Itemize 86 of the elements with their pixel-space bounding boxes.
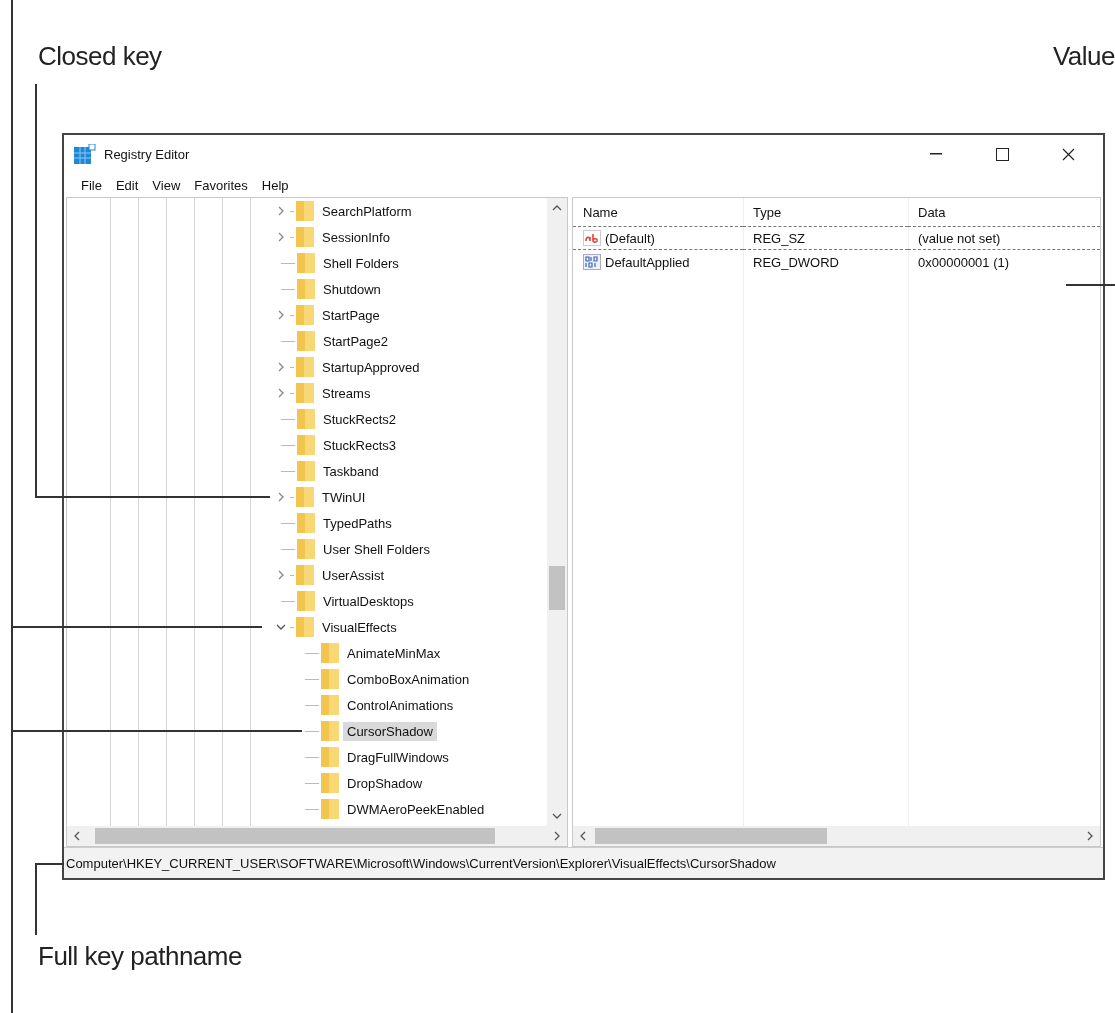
tree-item[interactable]: TWinUI [318,487,370,507]
tree-item[interactable]: Shell Folders [319,253,403,273]
minimize-icon [930,153,942,155]
tree-item[interactable]: CursorShadow [343,721,437,741]
folder-icon [296,304,314,326]
column-header[interactable]: Data [908,198,1100,226]
scrollbar-thumb[interactable] [549,566,565,610]
menu-item[interactable]: File [74,177,109,193]
callout-label: Value [1052,40,1115,72]
value-name[interactable]: DefaultApplied [605,254,690,270]
column-header[interactable]: Type [743,198,908,226]
folder-icon [296,564,314,586]
tree-item[interactable]: UserAssist [318,565,389,585]
scrollbar-thumb[interactable] [595,828,827,844]
tree-item[interactable]: User Shell Folders [319,539,434,559]
folder-icon [297,408,315,430]
vertical-scrollbar[interactable] [547,198,567,826]
status-bar: Computer\HKEY_CURRENT_USER\SOFTWARE\Microsoft\Windows\CurrentVersion\Explorer\VisualEffects\CursorShadow [64,847,1103,878]
folder-icon [297,330,315,352]
tree-item[interactable]: VisualEffects [318,617,401,637]
callout-label: Full key pathname [38,940,242,972]
tree-item[interactable]: StuckRects2 [319,409,400,429]
folder-icon [321,746,339,768]
caret-left-icon [580,831,586,841]
folder-icon [297,590,315,612]
folder-icon [296,486,314,508]
folder-icon [297,252,315,274]
tree-item[interactable]: AnimateMinMax [343,643,445,663]
tree-item[interactable]: SearchPlatform [318,201,416,221]
folder-icon [297,434,315,456]
tree-item[interactable]: Taskband [319,461,383,481]
tree-item[interactable]: ComboBoxAnimation [343,669,474,689]
tree-item[interactable]: DWMAeroPeekEnabled [343,799,489,819]
callout-label: Closed key [38,40,162,72]
caret-up-icon [552,205,562,211]
table-cell-text: 0x00000001 (1) [917,253,1011,272]
tree-item[interactable]: SessionInfo [318,227,394,247]
tree-item[interactable]: VirtualDesktops [319,591,418,611]
registry-grid-icon [74,144,96,164]
caret-left-icon [74,831,80,841]
menu-item[interactable]: Favorites [187,177,255,193]
table-cell: REG_SZ [743,226,908,250]
menu-item[interactable]: Help [254,177,296,193]
folder-icon [321,642,339,664]
tree-item[interactable]: TypedPaths [319,513,396,533]
caret-right-icon [1087,831,1093,841]
folder-icon [296,616,314,638]
folder-icon [297,512,315,534]
string-value-icon [583,230,601,246]
horizontal-scrollbar[interactable] [67,826,567,846]
folder-icon [296,382,314,404]
caret-right-icon [554,831,560,841]
folder-icon [297,278,315,300]
folder-icon [321,720,339,742]
tree-item[interactable]: StartPage2 [319,331,393,351]
tree-item[interactable]: ControlAnimations [343,695,458,715]
tree-item[interactable]: Shutdown [319,279,385,299]
tree-item[interactable]: StuckRects3 [319,435,400,455]
menu-item[interactable]: View [145,177,188,193]
caret-down-icon [552,813,562,819]
binary-value-icon [583,254,601,270]
folder-icon [297,460,315,482]
scrollbar-thumb[interactable] [95,828,495,844]
tree-item[interactable]: Streams [318,383,375,403]
table-cell: (value not set) [908,226,1100,250]
horizontal-scrollbar[interactable] [573,826,1100,846]
window-title: Registry Editor [104,146,191,162]
folder-icon [297,538,315,560]
folder-icon [321,668,339,690]
folder-icon [321,798,339,820]
folder-icon [321,772,339,794]
tree-item[interactable]: StartupApproved [318,357,424,377]
column-header[interactable]: Name [573,198,743,226]
folder-icon [296,200,314,222]
close-icon [1061,147,1075,161]
menu-item[interactable]: Edit [108,177,146,193]
value-name[interactable]: (Default) [605,230,655,246]
folder-icon [296,356,314,378]
folder-icon [296,226,314,248]
maximize-icon [995,147,1009,161]
leader-line [1065,284,1115,286]
tree-item[interactable]: StartPage [318,305,384,325]
table-cell-text: REG_DWORD [752,253,840,272]
tree-item[interactable]: DropShadow [343,773,427,793]
folder-icon [321,694,339,716]
tree-item[interactable]: DragFullWindows [343,747,453,767]
